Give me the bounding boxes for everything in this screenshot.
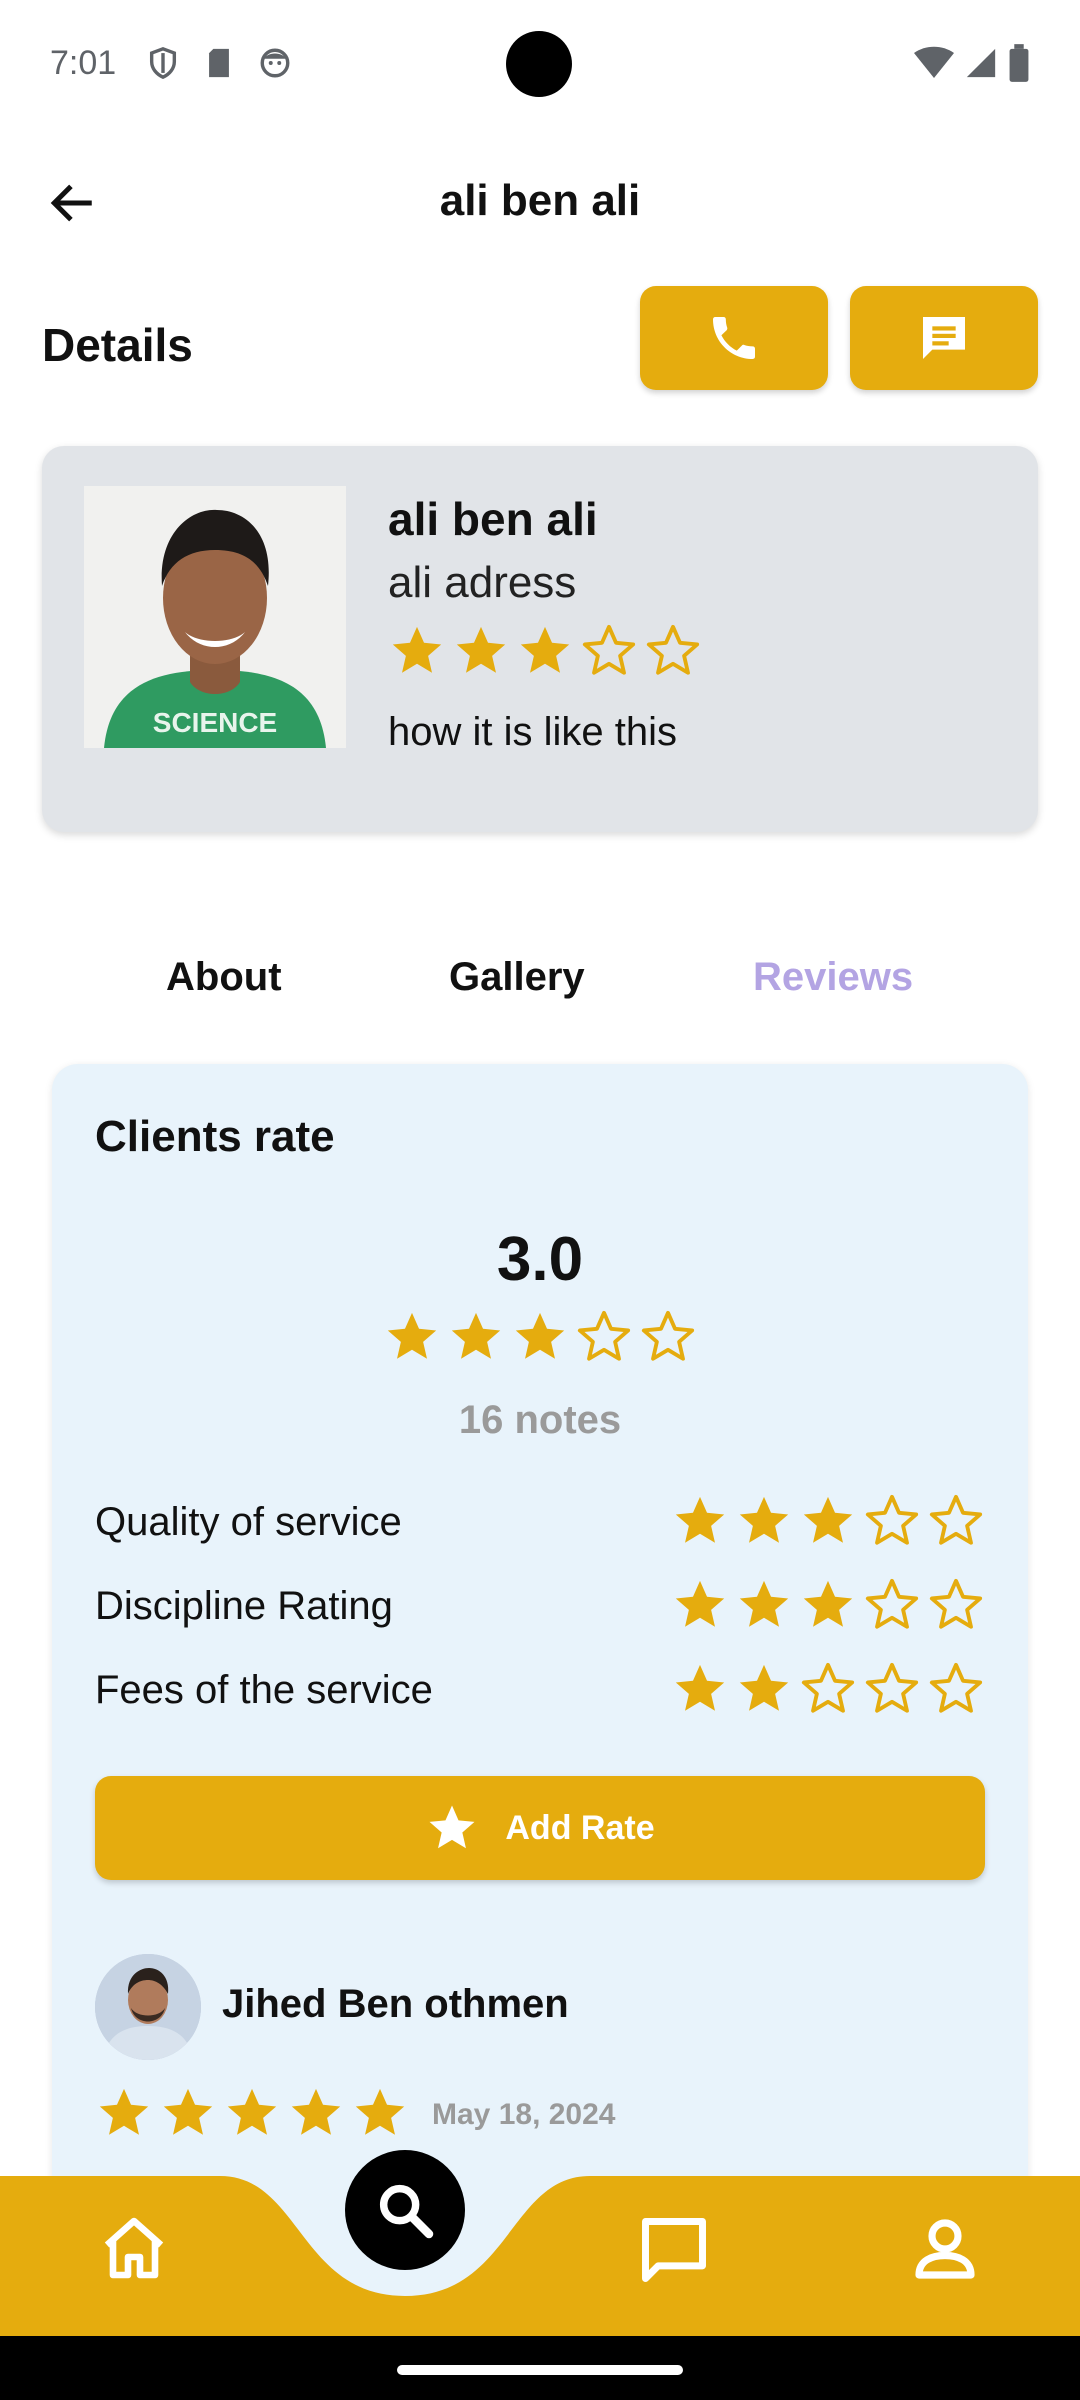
star-empty-icon bbox=[929, 1578, 983, 1629]
profile-rating-stars bbox=[388, 622, 702, 680]
clients-rate-title: Clients rate bbox=[95, 1112, 335, 1161]
star-filled-icon bbox=[675, 1496, 725, 1543]
star-filled-icon bbox=[392, 626, 442, 673]
person-icon bbox=[915, 2219, 975, 2279]
star-empty-icon bbox=[646, 624, 700, 675]
criteria-row-discipline: Discipline Rating bbox=[95, 1576, 985, 1636]
profile-address: ali adress bbox=[388, 558, 577, 607]
signal-icon bbox=[966, 48, 996, 78]
home-icon bbox=[104, 2217, 164, 2279]
add-rate-label: Add Rate bbox=[505, 1808, 655, 1847]
star-filled-icon bbox=[163, 2088, 213, 2135]
star-empty-icon bbox=[929, 1494, 983, 1545]
star-empty-icon bbox=[577, 1310, 631, 1361]
star-filled-icon bbox=[520, 626, 570, 673]
review-stars bbox=[95, 2084, 409, 2142]
criteria-label: Fees of the service bbox=[95, 1668, 433, 1712]
status-icons-right bbox=[914, 44, 1030, 82]
star-empty-icon bbox=[865, 1578, 919, 1629]
star-filled-icon bbox=[803, 1580, 853, 1627]
tab-gallery[interactable]: Gallery bbox=[449, 955, 585, 1000]
page-title: ali ben ali bbox=[439, 176, 641, 225]
profile-card: SCIENCE ali ben ali ali adress how it is… bbox=[42, 446, 1038, 832]
camera-cutout bbox=[506, 31, 572, 97]
star-filled-icon bbox=[675, 1580, 725, 1627]
criteria-row-fees: Fees of the service bbox=[95, 1660, 985, 1720]
screen: 7:01 ali ben ali Details SCIENCE ali ben… bbox=[0, 0, 1080, 2400]
tab-about[interactable]: About bbox=[166, 955, 282, 1000]
app-bar: ali ben ali bbox=[0, 140, 1080, 260]
sd-card-icon bbox=[202, 46, 236, 80]
call-button[interactable] bbox=[640, 286, 828, 390]
shield-icon bbox=[146, 46, 180, 80]
star-empty-icon bbox=[641, 1310, 695, 1361]
star-filled-icon bbox=[355, 2088, 405, 2135]
nav-profile[interactable] bbox=[906, 2210, 984, 2288]
nav-search-button[interactable] bbox=[345, 2150, 465, 2270]
criteria-stars bbox=[671, 1576, 985, 1634]
home-gesture-handle[interactable] bbox=[397, 2365, 683, 2375]
add-rate-button[interactable]: Add Rate bbox=[95, 1776, 985, 1880]
star-icon bbox=[429, 1805, 475, 1849]
average-rating-stars bbox=[52, 1308, 1028, 1366]
reviewer-avatar[interactable] bbox=[95, 1954, 201, 2060]
star-filled-icon bbox=[739, 1664, 789, 1711]
star-filled-icon bbox=[227, 2088, 277, 2135]
rating-count: 16 notes bbox=[458, 1398, 622, 1442]
star-filled-icon bbox=[739, 1580, 789, 1627]
star-filled-icon bbox=[456, 626, 506, 673]
star-empty-icon bbox=[865, 1494, 919, 1545]
details-heading: Details bbox=[42, 319, 193, 371]
profile-photo: SCIENCE bbox=[84, 486, 346, 748]
svg-text:SCIENCE: SCIENCE bbox=[153, 707, 277, 738]
star-empty-icon bbox=[865, 1662, 919, 1713]
criteria-row-quality: Quality of service bbox=[95, 1492, 985, 1552]
star-filled-icon bbox=[291, 2088, 341, 2135]
star-empty-icon bbox=[801, 1662, 855, 1713]
review-date: May 18, 2024 bbox=[432, 2098, 616, 2131]
star-filled-icon bbox=[387, 1312, 437, 1359]
chat-icon bbox=[642, 2218, 706, 2282]
phone-icon bbox=[713, 317, 755, 359]
wifi-icon bbox=[914, 46, 954, 78]
status-icons-left bbox=[146, 46, 292, 80]
status-bar: 7:01 bbox=[0, 0, 1080, 120]
search-icon bbox=[379, 2184, 434, 2239]
reviewer-name: Jihed Ben othmen bbox=[222, 1982, 569, 2026]
criteria-label: Quality of service bbox=[95, 1500, 402, 1544]
star-filled-icon bbox=[803, 1496, 853, 1543]
star-filled-icon bbox=[99, 2088, 149, 2135]
star-empty-icon bbox=[582, 624, 636, 675]
criteria-stars bbox=[671, 1660, 985, 1718]
battery-icon bbox=[1009, 44, 1029, 82]
message-button[interactable] bbox=[850, 286, 1038, 390]
star-empty-icon bbox=[929, 1662, 983, 1713]
profile-description: how it is like this bbox=[388, 710, 677, 754]
star-filled-icon bbox=[739, 1496, 789, 1543]
bottom-navigation bbox=[0, 2176, 1080, 2336]
star-filled-icon bbox=[675, 1664, 725, 1711]
status-time: 7:01 bbox=[50, 44, 117, 82]
nav-chat[interactable] bbox=[636, 2212, 712, 2288]
tab-reviews[interactable]: Reviews bbox=[753, 955, 913, 1000]
criteria-stars bbox=[671, 1492, 985, 1550]
nav-home[interactable] bbox=[98, 2212, 170, 2284]
criteria-label: Discipline Rating bbox=[95, 1584, 393, 1628]
face-icon bbox=[258, 46, 292, 80]
star-filled-icon bbox=[515, 1312, 565, 1359]
profile-name: ali ben ali bbox=[388, 493, 598, 545]
average-rating-value: 3.0 bbox=[496, 1225, 584, 1294]
star-filled-icon bbox=[451, 1312, 501, 1359]
message-icon bbox=[923, 317, 965, 359]
